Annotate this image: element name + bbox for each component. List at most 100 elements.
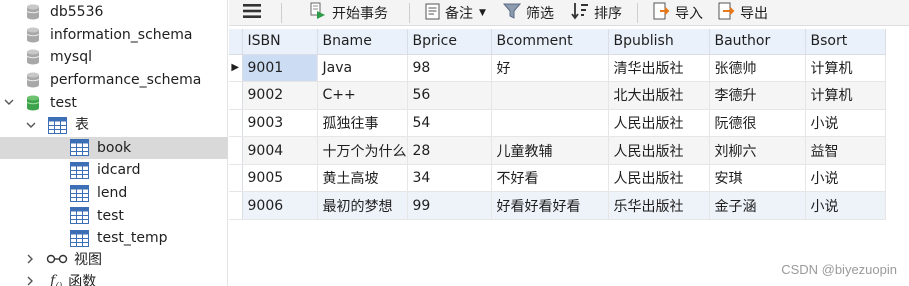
table-cell[interactable]: 黄土高坡 (317, 164, 408, 193)
sort-button[interactable]: 排序 (571, 0, 622, 26)
table-row[interactable]: 9005 黄土高坡 34 不好看 人民出版社 安琪 小说 (229, 164, 886, 193)
table-cell[interactable]: Java (317, 54, 408, 83)
table-cell[interactable]: 北大出版社 (608, 81, 710, 110)
import-label: 导入 (675, 6, 703, 22)
chevron-right-icon[interactable] (26, 254, 34, 267)
table-cell[interactable]: 小说 (805, 191, 886, 221)
table-icon (70, 229, 89, 247)
table-cell[interactable]: 34 (407, 164, 492, 193)
table-row[interactable]: 9002 C++ 56 北大出版社 李德升 计算机 (229, 81, 886, 110)
table-cell[interactable]: 十万个为什么 (317, 136, 408, 165)
current-row-indicator-icon: ▶ (229, 54, 243, 83)
table-cell[interactable]: 9006 (242, 191, 318, 221)
table-row[interactable]: 9003 孤独往事 54 人民出版社 阮德很 小说 (229, 109, 886, 138)
chevron-right-icon[interactable] (26, 276, 34, 286)
table-cell[interactable]: 最初的梦想 (317, 191, 408, 221)
memo-icon (425, 3, 440, 24)
table-row[interactable]: 9006 最初的梦想 99 好看好看好看 乐华出版社 金子涵 小说 (229, 191, 886, 221)
table-cell[interactable]: 9001 (242, 54, 318, 83)
import-button[interactable]: 导入 (653, 0, 703, 26)
table-cell[interactable]: 不好看 (491, 164, 609, 193)
filter-button[interactable]: 筛选 (502, 0, 554, 26)
table-cell[interactable]: 刘柳六 (709, 136, 806, 165)
table-cell[interactable]: 阮德很 (709, 109, 806, 138)
table-cell[interactable]: 安琪 (709, 164, 806, 193)
table-cell[interactable]: C++ (317, 81, 408, 110)
column-header[interactable]: Bsort (805, 29, 886, 55)
hamburger-menu-icon (243, 4, 261, 22)
table-cell[interactable]: 54 (407, 109, 492, 138)
table-cell[interactable]: 好看好看好看 (491, 191, 609, 221)
table-cell[interactable]: 乐华出版社 (608, 191, 710, 221)
column-header[interactable]: ISBN (242, 29, 318, 55)
tree-item-label: test (97, 207, 124, 224)
tree-item-db5536[interactable]: db5536 (0, 1, 228, 24)
table-cell[interactable]: 张德帅 (709, 54, 806, 83)
table-cell[interactable]: 98 (407, 54, 492, 83)
tree-item-functions-group[interactable]: f() 函数 (0, 271, 228, 286)
tree-item-mysql[interactable]: mysql (0, 46, 228, 69)
table-cell[interactable]: 人民出版社 (608, 109, 710, 138)
table-icon (70, 184, 89, 202)
tree-item-label: lend (97, 185, 128, 202)
column-header[interactable]: Bpublish (608, 29, 710, 55)
column-header[interactable]: Bname (317, 29, 408, 55)
tree-item-tables-group[interactable]: 表 (0, 114, 228, 137)
table-icon (70, 207, 89, 225)
table-cell[interactable]: 人民出版社 (608, 136, 710, 165)
table-cell[interactable]: 99 (407, 191, 492, 221)
table-cell[interactable]: 计算机 (805, 54, 886, 83)
column-header[interactable]: Bauthor (709, 29, 806, 55)
export-icon (718, 2, 735, 24)
database-active-icon (26, 95, 40, 111)
table-cell[interactable]: 金子涵 (709, 191, 806, 221)
table-cell[interactable]: 李德升 (709, 81, 806, 110)
chevron-down-icon[interactable] (4, 96, 14, 109)
begin-transaction-button[interactable]: 开始事务 (309, 0, 388, 26)
tree-item-views-group[interactable]: 视图 (0, 249, 228, 272)
import-icon (653, 2, 670, 24)
table-cell[interactable]: 9002 (242, 81, 318, 110)
table-cell[interactable]: 儿童教辅 (491, 136, 609, 165)
table-cell[interactable]: 小说 (805, 109, 886, 138)
table-cell[interactable]: 孤独往事 (317, 109, 408, 138)
table-cell[interactable]: 9005 (242, 164, 318, 193)
tables-folder-icon (48, 116, 67, 134)
table-cell[interactable]: 计算机 (805, 81, 886, 110)
tree-item-table-test-temp[interactable]: test_temp (0, 227, 228, 250)
table-cell[interactable]: 56 (407, 81, 492, 110)
database-icon (26, 27, 40, 43)
table-cell[interactable] (491, 81, 609, 110)
tree-item-table-book[interactable]: book (0, 136, 228, 160)
glasses-icon (46, 252, 68, 268)
table-cell[interactable]: 9003 (242, 109, 318, 138)
memo-label: 备注 (445, 6, 473, 22)
table-cell[interactable]: 人民出版社 (608, 164, 710, 193)
tree-item-table-idcard[interactable]: idcard (0, 159, 228, 182)
menu-button[interactable] (243, 0, 261, 26)
table-cell[interactable]: 益智 (805, 136, 886, 165)
tree-item-performance-schema[interactable]: performance_schema (0, 69, 228, 92)
filter-icon (502, 3, 522, 24)
column-header[interactable]: Bcomment (491, 29, 609, 55)
table-row[interactable]: ▶ 9001 Java 98 好 清华出版社 张德帅 计算机 (229, 54, 886, 83)
chevron-down-icon[interactable] (26, 119, 36, 132)
row-indicator (229, 109, 243, 138)
column-header[interactable]: Bprice (407, 29, 492, 55)
table-cell[interactable]: 清华出版社 (608, 54, 710, 83)
table-icon (70, 139, 89, 157)
table-cell[interactable]: 28 (407, 136, 492, 165)
tree-item-table-lend[interactable]: lend (0, 182, 228, 205)
caret-down-icon[interactable]: ▼ (479, 8, 486, 18)
tree-item-table-test[interactable]: test (0, 204, 228, 227)
export-button[interactable]: 导出 (718, 0, 768, 26)
tree-item-test-database[interactable]: test (0, 91, 228, 114)
table-cell[interactable] (491, 109, 609, 138)
table-cell[interactable]: 小说 (805, 164, 886, 193)
table-cell[interactable]: 9004 (242, 136, 318, 165)
tree-item-information-schema[interactable]: information_schema (0, 24, 228, 47)
memo-button[interactable]: 备注 ▼ (425, 0, 486, 26)
table-row[interactable]: 9004 十万个为什么 28 儿童教辅 人民出版社 刘柳六 益智 (229, 136, 886, 165)
table-cell[interactable]: 好 (491, 54, 609, 83)
row-indicator-header (229, 29, 243, 55)
